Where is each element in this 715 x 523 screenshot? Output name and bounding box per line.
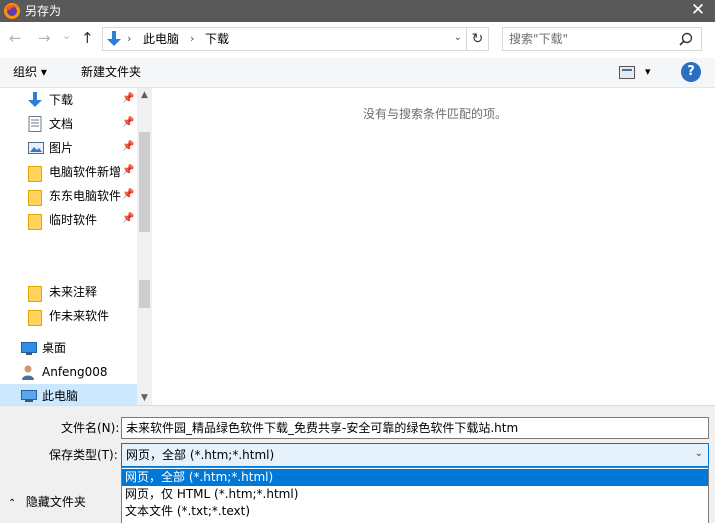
scroll-up-icon[interactable]: ▲ xyxy=(137,90,152,100)
sidebar-item-label: 电脑软件新增 xyxy=(49,165,122,179)
sidebar-item-folder-5[interactable]: 作未来软件 xyxy=(0,304,137,328)
sidebar-item-label: 文档 xyxy=(49,117,74,131)
pin-icon[interactable]: 📌 xyxy=(122,189,134,200)
hide-folders-button[interactable]: ⌃ 隐藏文件夹 xyxy=(8,494,86,512)
folder-icon xyxy=(28,190,42,206)
picture-icon xyxy=(28,142,44,154)
sidebar-item-label: 东东电脑软件 xyxy=(49,189,122,203)
forward-arrow-icon[interactable]: → xyxy=(38,30,51,46)
pin-icon[interactable]: 📌 xyxy=(122,93,134,104)
close-icon[interactable]: ✕ xyxy=(689,1,707,19)
sidebar-item-label: 下载 xyxy=(49,93,74,107)
sidebar-item-label: 未来注释 xyxy=(49,285,98,299)
folder-icon xyxy=(28,214,42,230)
sidebar-item-downloads[interactable]: 下载 📌 xyxy=(0,88,137,112)
sidebar-item-this-pc[interactable]: 此电脑 xyxy=(0,384,137,405)
filename-label: 文件名(N): xyxy=(61,421,120,435)
filetype-label: 保存类型(T): xyxy=(49,448,118,462)
download-arrow-icon xyxy=(28,92,42,107)
back-arrow-icon[interactable]: ← xyxy=(9,30,22,46)
organize-button[interactable]: 组织 ▾ xyxy=(13,65,47,80)
filetype-dropdown-list[interactable]: 网页，全部 (*.htm;*.html) 网页，仅 HTML (*.htm;*.… xyxy=(121,467,709,523)
sidebar-item-label: 此电脑 xyxy=(42,389,79,403)
sidebar-item-label: 桌面 xyxy=(42,341,67,355)
filetype-select[interactable]: 网页，全部 (*.htm;*.html) ⌄ xyxy=(121,443,709,467)
refresh-button[interactable]: ↻ xyxy=(467,27,489,51)
sidebar-item-folder-1[interactable]: 电脑软件新增 📌 xyxy=(0,160,137,184)
sidebar-item-pictures[interactable]: 图片 📌 xyxy=(0,136,137,160)
breadcrumb-separator: › xyxy=(190,32,195,45)
sidebar-item-label: 临时软件 xyxy=(49,213,98,227)
scrollbar-thumb[interactable] xyxy=(139,132,150,232)
sidebar-item-folder-4[interactable]: 未来注释 xyxy=(0,280,137,304)
filetype-option[interactable]: 文本文件 (*.txt;*.text) xyxy=(122,503,708,520)
sidebar-item-folder-2[interactable]: 东东电脑软件 📌 xyxy=(0,184,137,208)
user-icon xyxy=(22,365,34,380)
breadcrumb-this-pc[interactable]: 此电脑 xyxy=(143,32,179,46)
sidebar-item-label: 作未来软件 xyxy=(49,309,110,323)
pin-icon[interactable]: 📌 xyxy=(122,213,134,224)
hide-folders-label: 隐藏文件夹 xyxy=(25,495,86,509)
search-input[interactable] xyxy=(509,31,674,47)
sidebar-item-label: 图片 xyxy=(49,141,74,155)
empty-message: 没有与搜索条件匹配的项。 xyxy=(363,107,508,121)
navigation-bar: ← → ⌄ ↑ › 此电脑 › 下载 ⌄ ↻ xyxy=(0,22,715,54)
window-title: 另存为 xyxy=(25,4,62,18)
pin-icon[interactable]: 📌 xyxy=(122,141,134,152)
search-box[interactable] xyxy=(502,27,702,51)
refresh-icon: ↻ xyxy=(471,31,484,47)
computer-icon xyxy=(21,390,37,402)
address-bar[interactable]: › 此电脑 › 下载 ⌄ xyxy=(102,27,467,51)
address-dropdown-icon[interactable]: ⌄ xyxy=(454,32,462,43)
sidebar-scrollbar[interactable]: ▲ ▼ xyxy=(137,88,152,405)
command-bar: 组织 ▾ 新建文件夹 ▾ ? xyxy=(0,58,715,88)
pin-icon[interactable]: 📌 xyxy=(122,117,134,128)
scroll-down-icon[interactable]: ▼ xyxy=(137,393,152,403)
sidebar-item-documents[interactable]: 文档 📌 xyxy=(0,112,137,136)
chevron-down-icon[interactable]: ⌄ xyxy=(126,422,703,437)
search-icon[interactable] xyxy=(679,32,693,46)
breadcrumb-separator: › xyxy=(127,32,132,45)
sidebar-item-folder-3[interactable]: 临时软件 📌 xyxy=(0,208,137,232)
chevron-down-icon[interactable]: ⌄ xyxy=(695,448,703,459)
scrollbar-thumb[interactable] xyxy=(139,280,150,308)
folder-icon xyxy=(28,286,42,302)
recent-locations-icon[interactable]: ⌄ xyxy=(62,28,71,44)
sidebar-item-desktop[interactable]: 桌面 xyxy=(0,336,137,360)
desktop-icon xyxy=(21,342,37,355)
sidebar-item-label: Anfeng008 xyxy=(42,365,108,379)
folder-icon xyxy=(28,310,42,326)
download-arrow-icon xyxy=(107,31,121,46)
new-folder-button[interactable]: 新建文件夹 xyxy=(81,65,141,80)
folder-icon xyxy=(28,166,42,182)
filename-field[interactable]: 未来软件园_精品绿色软件下载_免费共享-安全可靠的绿色软件下载站.htm ⌄ xyxy=(121,417,709,439)
view-dropdown-icon[interactable]: ▾ xyxy=(645,64,651,79)
firefox-icon xyxy=(4,3,20,19)
help-icon[interactable]: ? xyxy=(681,62,701,82)
filetype-option[interactable]: 网页，全部 (*.htm;*.html) xyxy=(122,469,708,486)
file-list[interactable]: 没有与搜索条件匹配的项。 xyxy=(152,88,715,405)
document-icon xyxy=(28,116,42,132)
title-bar: 另存为 ✕ xyxy=(0,0,715,22)
save-options-panel: 文件名(N): 未来软件园_精品绿色软件下载_免费共享-安全可靠的绿色软件下载站… xyxy=(0,405,715,523)
pin-icon[interactable]: 📌 xyxy=(122,165,134,176)
sidebar-item-user[interactable]: Anfeng008 xyxy=(0,360,137,384)
view-options-icon[interactable] xyxy=(619,66,635,79)
up-arrow-icon[interactable]: ↑ xyxy=(81,30,94,46)
chevron-up-icon: ⌃ xyxy=(8,498,17,509)
filetype-option[interactable]: 网页，仅 HTML (*.htm;*.html) xyxy=(122,486,708,503)
navigation-pane: 下载 📌 文档 📌 图片 📌 电脑软件新增 📌 东东电脑软件 📌 临时软件 📌 xyxy=(0,88,152,405)
filetype-value: 网页，全部 (*.htm;*.html) xyxy=(126,448,275,462)
breadcrumb-downloads[interactable]: 下载 xyxy=(205,32,229,46)
